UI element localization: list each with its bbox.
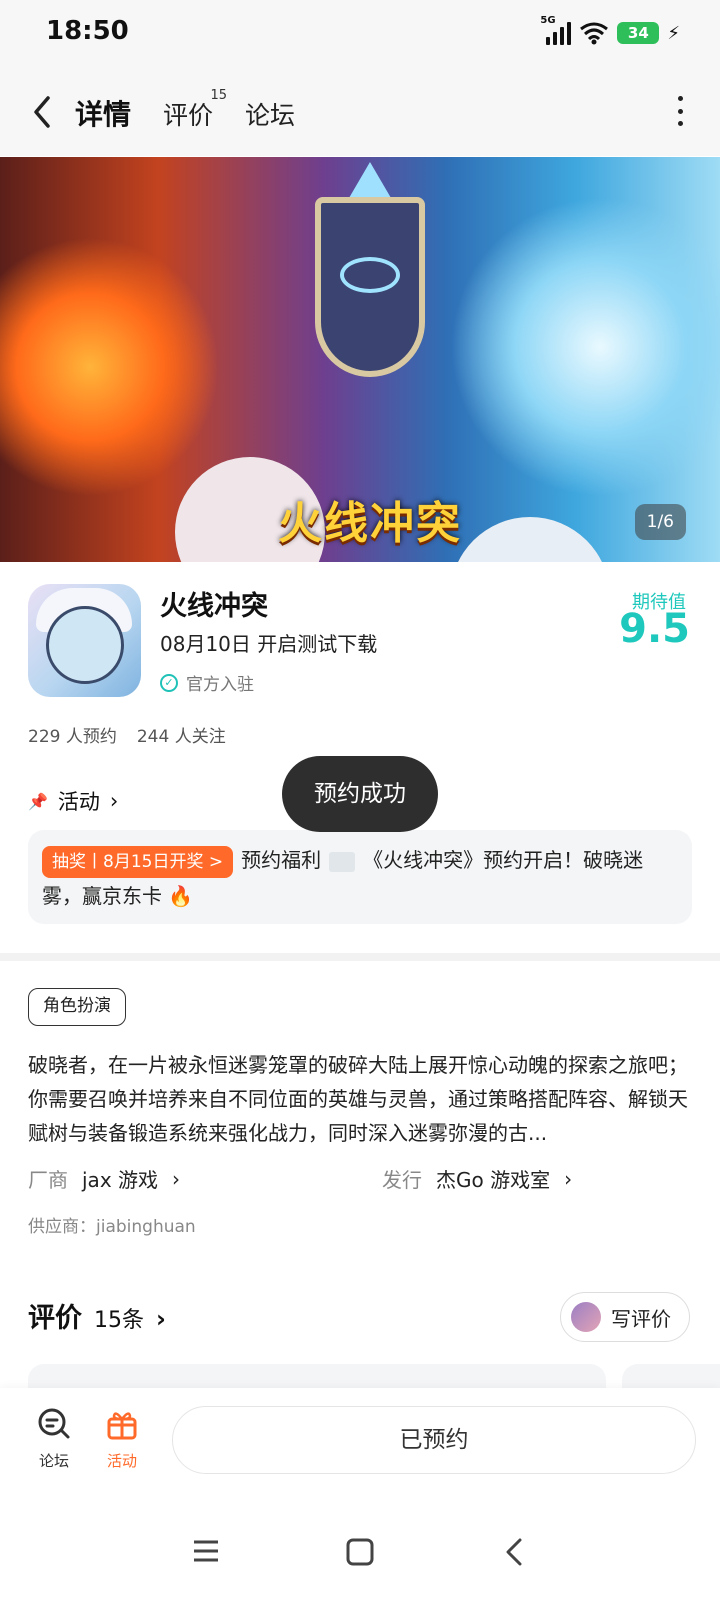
genre-tag[interactable]: 角色扮演 — [28, 988, 126, 1026]
tab-details-label: 详情 — [75, 98, 132, 131]
reviews-title: 评价 — [28, 1303, 82, 1334]
vendor-row[interactable]: 厂商 jax 游戏 › — [28, 1164, 180, 1193]
tab-reviews-label: 评价 — [163, 101, 214, 130]
network-type: 5G — [540, 15, 556, 26]
system-back-icon[interactable] — [502, 1538, 526, 1566]
tab-reviews-badge: 15 — [210, 88, 228, 103]
official-label: 官方入驻 — [186, 675, 254, 695]
activity-text-before-image: 预约福利 — [241, 848, 322, 872]
official-badge: ✓ 官方入驻 — [160, 670, 254, 695]
game-release-date: 08月10日 开启测试下载 — [160, 632, 378, 656]
game-description[interactable]: 破晓者，在一片被永恒迷雾笼罩的破碎大陆上展开惊心动魄的探索之旅吧；你需要召唤并培… — [28, 1048, 692, 1150]
reviews-count: 15条 — [94, 1308, 144, 1333]
publisher-row[interactable]: 发行 杰Go 游戏室 › — [382, 1164, 572, 1193]
gift-icon — [107, 1412, 137, 1440]
activity-label: 活动 — [106, 1452, 137, 1470]
vendor-value: jax 游戏 — [82, 1168, 159, 1192]
chevron-right-icon: › — [172, 1166, 181, 1191]
banner-fire-art — [0, 237, 220, 497]
more-options-icon[interactable] — [676, 96, 684, 126]
pin-icon: 📌 — [28, 791, 48, 811]
wifi-icon — [580, 22, 609, 45]
status-time: 18:50 — [46, 16, 129, 46]
home-icon[interactable] — [346, 1538, 374, 1566]
activity-thumbnail — [329, 851, 356, 872]
tab-details[interactable]: 详情 — [71, 93, 136, 136]
banner-hero-right — [450, 517, 610, 562]
section-divider — [0, 953, 720, 961]
forum-button[interactable]: 论坛 — [24, 1408, 84, 1471]
reviews-header[interactable]: 评价 15条 › — [28, 1296, 166, 1335]
publisher-value: 杰Go 游戏室 — [436, 1168, 551, 1192]
write-review-button[interactable]: 写评价 — [560, 1292, 690, 1342]
game-title: 火线冲突 — [160, 591, 268, 622]
lottery-tag: 抽奖丨8月15日开奖 > — [42, 845, 234, 878]
game-banner-carousel[interactable]: 火线冲突 1/6 — [0, 157, 720, 562]
banner-ice-art — [450, 197, 720, 497]
verified-check-icon: ✓ — [160, 673, 178, 692]
game-stats: 229 人预约 244 人关注 — [28, 722, 226, 747]
activity-heading: 活动 — [57, 790, 100, 814]
chevron-right-icon: › — [156, 1305, 166, 1333]
chevron-right-icon: › — [564, 1166, 573, 1191]
tab-reviews[interactable]: 评价 15 — [163, 88, 227, 132]
status-bar: 18:50 5G 34 ⚡ — [0, 0, 720, 66]
banner-page-indicator: 1/6 — [634, 504, 686, 540]
signal-icon: 5G — [540, 15, 572, 45]
back-arrow-icon[interactable] — [28, 92, 58, 132]
write-review-label: 写评价 — [611, 1306, 671, 1331]
chevron-right-icon: › — [109, 789, 119, 813]
game-app-icon — [28, 584, 141, 697]
tab-forum-label: 论坛 — [245, 101, 296, 130]
activity-header[interactable]: 📌 活动 › — [28, 786, 118, 816]
reserved-button[interactable]: 已预约 — [172, 1406, 696, 1474]
expectation-score: 9.5 — [619, 606, 690, 652]
tab-forum[interactable]: 论坛 — [245, 96, 295, 132]
banner-eye-emblem — [340, 257, 400, 293]
forum-label: 论坛 — [38, 1452, 69, 1470]
top-nav: 详情 评价 15 论坛 — [0, 66, 720, 156]
battery-icon: 34 — [617, 22, 660, 44]
banner-game-logo: 火线冲突 — [278, 498, 462, 549]
activity-button[interactable]: 活动 — [92, 1408, 152, 1471]
publisher-label: 发行 — [382, 1168, 422, 1192]
chat-bubble-icon — [38, 1408, 70, 1439]
reservation-count: 229 人预约 — [28, 727, 117, 747]
supplier-info: 供应商：jiabinghuan — [28, 1217, 196, 1237]
vendor-label: 厂商 — [28, 1168, 68, 1192]
user-avatar — [571, 1302, 601, 1332]
follower-count: 244 人关注 — [136, 727, 226, 747]
activity-card[interactable]: 抽奖丨8月15日开奖 > 预约福利 《火线冲突》预约开启！破晓迷雾，赢京东卡 🔥 — [28, 830, 692, 924]
bottom-action-bar: 论坛 活动 已预约 — [0, 1388, 720, 1498]
status-icons: 5G 34 ⚡ — [540, 15, 680, 48]
system-nav-bar — [0, 1498, 720, 1601]
charging-icon: ⚡ — [667, 22, 680, 44]
menu-icon[interactable] — [192, 1538, 220, 1564]
reservation-success-toast: 预约成功 — [282, 756, 438, 832]
